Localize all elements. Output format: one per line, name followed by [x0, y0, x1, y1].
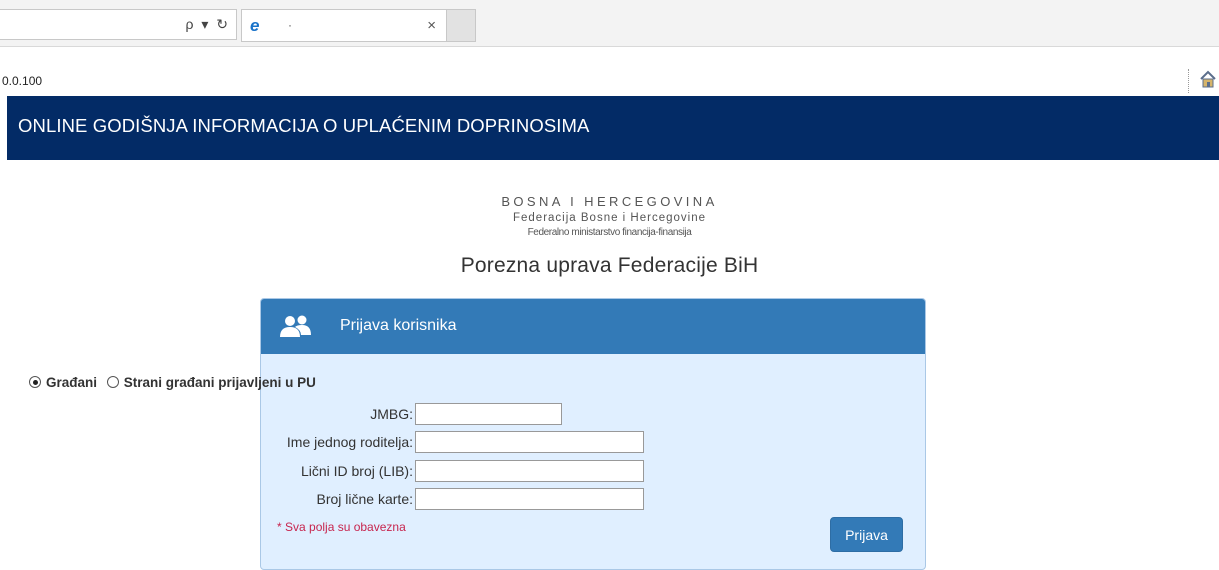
browser-toolbar: ρ ▾ ↻ e · ×	[0, 0, 1219, 47]
home-icon[interactable]	[1199, 69, 1217, 89]
logo-tax-authority: Porezna uprava Federacije BiH	[460, 254, 759, 277]
logo-country: BOSNA I HERCEGOVINA	[501, 194, 718, 209]
address-tools[interactable]: ρ ▾ ↻	[185, 16, 230, 33]
url-text[interactable]: 0.0.100	[2, 74, 42, 88]
page-title: ONLINE GODIŠNJA INFORMACIJA O UPLAĆENIM …	[18, 115, 590, 136]
radio-citizens-label[interactable]: Građani	[46, 375, 97, 390]
parent-name-input[interactable]	[415, 431, 644, 453]
tab-title: ·	[288, 18, 292, 32]
users-icon	[280, 315, 311, 337]
logo-federation: Federacija Bosne i Hercegovine	[512, 212, 706, 224]
jmbg-input[interactable]	[415, 403, 562, 425]
address-bar[interactable]: ρ ▾ ↻	[0, 9, 237, 40]
required-fields-note: * Sva polja su obavezna	[277, 520, 406, 534]
login-panel-header: Prijava korisnika	[261, 299, 925, 354]
new-tab-button[interactable]	[447, 9, 476, 42]
lib-label: Lični ID broj (LIB):	[300, 463, 413, 479]
browser-tab[interactable]: e · ×	[241, 9, 447, 42]
radio-foreign[interactable]: Strani građani prijavljeni u PU	[106, 375, 316, 390]
radio-unchecked-icon[interactable]	[106, 376, 119, 388]
radio-checked-icon[interactable]	[29, 376, 41, 388]
toolbar-separator	[1188, 69, 1189, 93]
radio-citizens[interactable]: Građani	[29, 375, 97, 390]
logo-ministry: Federalno ministarstvo financija-finansi…	[527, 227, 692, 238]
radio-foreign-label[interactable]: Strani građani prijavljeni u PU	[124, 375, 316, 390]
user-type-selector: Građani Strani građani prijavljeni u PU	[29, 375, 316, 390]
parent-name-label: Ime jednog roditelja:	[286, 434, 413, 450]
lib-input[interactable]	[415, 460, 644, 482]
id-card-label: Broj lične karte:	[316, 491, 413, 507]
url-row: 0.0.100	[0, 47, 1219, 95]
page-header: ONLINE GODIŠNJA INFORMACIJA O UPLAĆENIM …	[7, 96, 1219, 160]
jmbg-label: JMBG:	[370, 406, 413, 422]
id-card-input[interactable]	[415, 488, 644, 510]
login-panel-title: Prijava korisnika	[340, 317, 457, 334]
login-button[interactable]: Prijava	[830, 517, 903, 552]
close-tab-icon[interactable]: ×	[427, 17, 436, 34]
ie-logo-icon: e	[250, 16, 260, 35]
